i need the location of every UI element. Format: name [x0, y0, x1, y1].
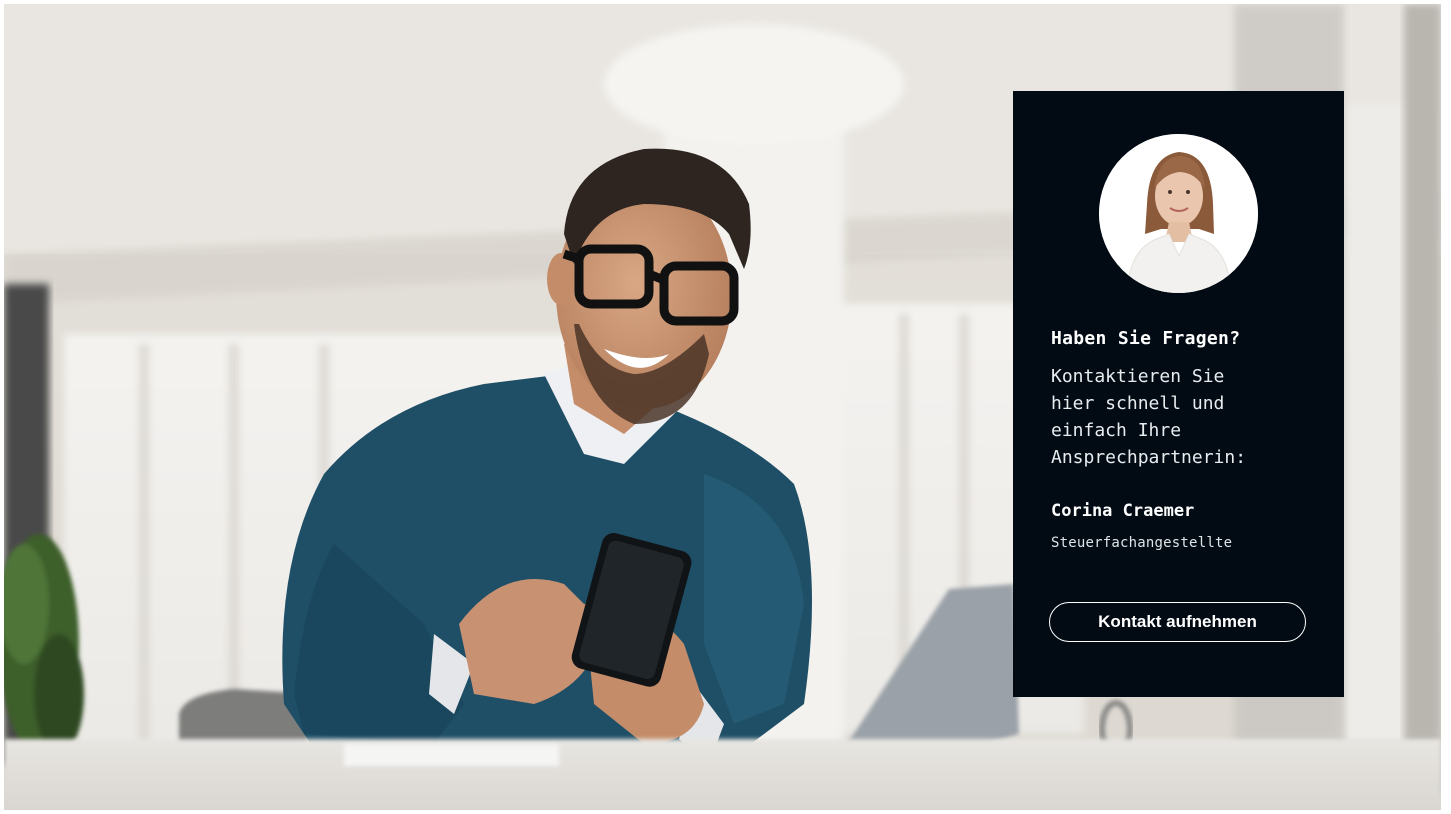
hero-banner: Haben Sie Fragen? Kontaktieren Sie hier … — [4, 4, 1441, 810]
avatar — [1099, 134, 1258, 293]
contact-person-role: Steuerfachangestellte — [1051, 535, 1233, 551]
card-heading: Haben Sie Fragen? — [1051, 328, 1241, 349]
contact-person-photo — [1099, 134, 1258, 293]
contact-person-name: Corina Craemer — [1051, 501, 1195, 521]
contact-button[interactable]: Kontakt aufnehmen — [1049, 602, 1306, 642]
card-description: Kontaktieren Sie hier schnell und einfac… — [1051, 366, 1247, 468]
contact-card: Haben Sie Fragen? Kontaktieren Sie hier … — [1013, 91, 1344, 697]
